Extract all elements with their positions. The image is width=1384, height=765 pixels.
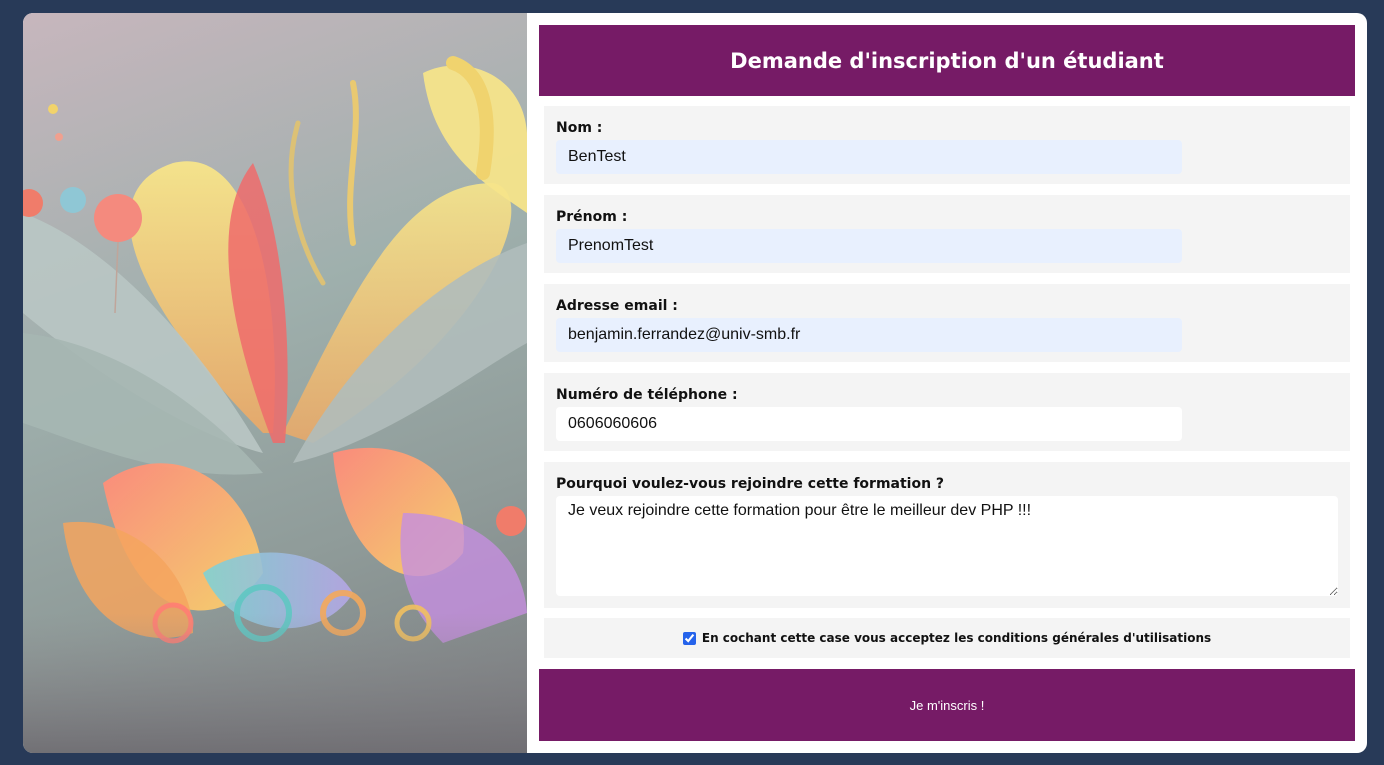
last-name-input[interactable] [556, 140, 1182, 174]
phone-label: Numéro de téléphone : [556, 387, 738, 403]
motivation-label: Pourquoi voulez-vous rejoindre cette for… [556, 476, 945, 492]
abstract-flower-art [23, 56, 527, 753]
email-label: Adresse email : [556, 298, 678, 314]
last-name-group: Nom : [544, 106, 1350, 184]
form-title: Demande d'inscription d'un étudiant [730, 48, 1164, 73]
last-name-label: Nom : [556, 120, 603, 136]
first-name-label: Prénom : [556, 209, 628, 225]
phone-input[interactable] [556, 407, 1182, 441]
registration-form: Demande d'inscription d'un étudiant Nom … [527, 13, 1367, 753]
terms-checkbox[interactable] [682, 631, 696, 645]
email-group: Adresse email : [544, 284, 1350, 362]
motivation-group: Pourquoi voulez-vous rejoindre cette for… [544, 462, 1350, 608]
motivation-textarea[interactable]: Je veux rejoindre cette formation pour ê… [556, 496, 1338, 596]
phone-group: Numéro de téléphone : [544, 373, 1350, 451]
form-header: Demande d'inscription d'un étudiant [539, 25, 1355, 96]
decorative-illustration [23, 13, 527, 753]
email-input[interactable] [556, 318, 1182, 352]
terms-label: En cochant cette case vous acceptez les … [701, 631, 1212, 645]
first-name-group: Prénom : [544, 195, 1350, 273]
submit-button[interactable]: Je m'inscris ! [539, 669, 1355, 741]
registration-card: Demande d'inscription d'un étudiant Nom … [23, 13, 1367, 753]
first-name-input[interactable] [556, 229, 1182, 263]
terms-row: En cochant cette case vous acceptez les … [544, 618, 1350, 658]
